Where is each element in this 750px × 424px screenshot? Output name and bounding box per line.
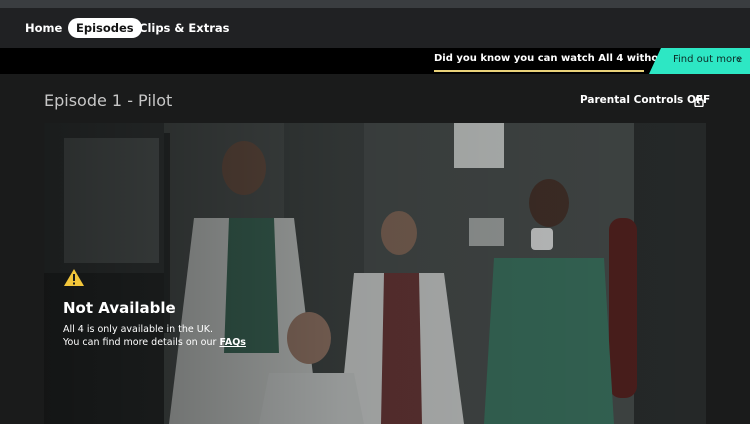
faqs-link[interactable]: FAQs — [219, 337, 245, 348]
video-player[interactable]: Not Available All 4 is only available in… — [44, 123, 706, 424]
parental-controls-label[interactable]: Parental Controls OFF — [580, 94, 710, 106]
faq-message: You can find more details on our FAQs — [63, 337, 246, 348]
player-overlay — [44, 123, 706, 424]
episode-title: Episode 1 - Pilot — [44, 91, 173, 110]
promo-underline — [434, 70, 644, 72]
promo-banner: Did you know you can watch All 4 without… — [0, 48, 750, 74]
availability-message: All 4 is only available in the UK. — [63, 324, 213, 335]
episode-nav: Home Episodes Clips & Extras — [0, 8, 750, 48]
nav-clips-extras[interactable]: Clips & Extras — [139, 18, 229, 38]
faq-message-text: You can find more details on our — [63, 337, 220, 348]
warning-icon — [64, 269, 84, 286]
top-strip — [0, 0, 750, 8]
find-out-more-label: Find out more — [673, 54, 743, 65]
find-out-more-button[interactable]: Find out more › — [649, 48, 750, 74]
nav-episodes[interactable]: Episodes — [68, 18, 142, 38]
nav-home[interactable]: Home — [25, 18, 62, 38]
not-available-title: Not Available — [63, 299, 176, 317]
lock-icon[interactable] — [694, 95, 704, 107]
chevron-right-icon: › — [737, 53, 742, 66]
